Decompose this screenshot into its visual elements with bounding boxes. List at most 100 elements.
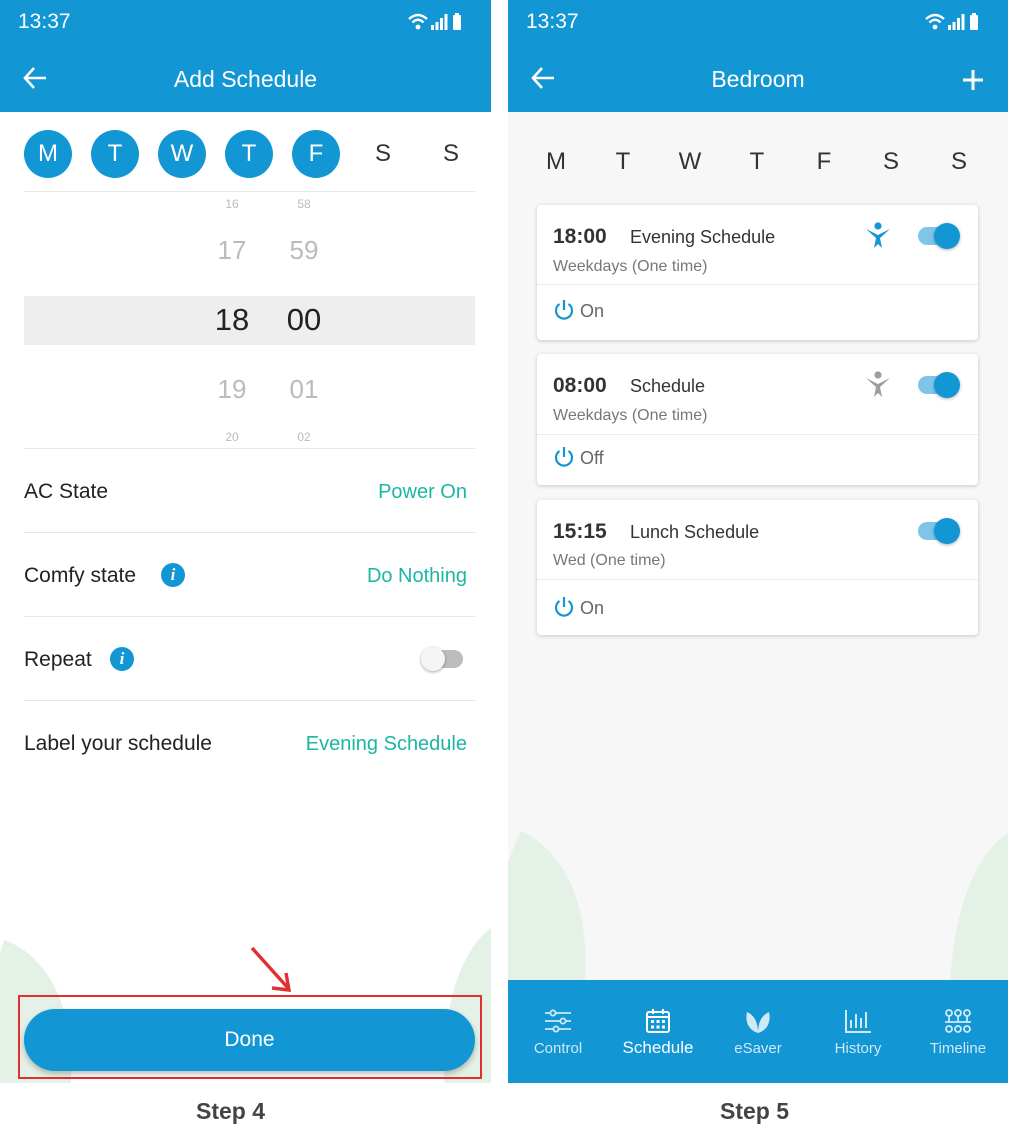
schedule-recurrence: Weekdays (One time) <box>553 258 708 275</box>
toggle-knob <box>421 647 445 671</box>
step4-screen: 13:37 Add Schedule M T W T F S S 16 17 1… <box>0 0 491 1083</box>
day-monday[interactable]: M <box>24 130 72 178</box>
power-icon <box>554 300 574 320</box>
day-label: T <box>749 148 765 175</box>
nav-label: Schedule <box>622 1038 694 1057</box>
day-label: S <box>950 148 967 175</box>
comfy-state-label: Comfy state <box>24 564 137 587</box>
day-label: F <box>816 148 832 175</box>
repeat-toggle[interactable] <box>421 647 463 671</box>
bottom-nav: Control Schedule eSaver History Timeline <box>508 980 1008 1083</box>
ac-state: Off <box>580 448 604 468</box>
day-tuesday[interactable]: T <box>91 130 139 178</box>
toggle-knob <box>934 518 960 544</box>
nav-label: Control <box>533 1040 583 1057</box>
status-time: 13:37 <box>526 10 579 33</box>
ac-state-label: AC State <box>24 480 109 503</box>
divider <box>24 532 475 533</box>
info-icon[interactable]: i <box>110 647 134 671</box>
step5-screen: 13:37 Bedroom M T W T F S S 18:00 Evenin… <box>508 0 1008 1083</box>
schedule-toggle[interactable] <box>918 518 960 544</box>
minute-option[interactable]: 59 <box>274 235 334 266</box>
minute-option[interactable]: 01 <box>274 374 334 405</box>
hour-option[interactable]: 20 <box>202 430 262 444</box>
bar-chart-icon <box>845 1010 871 1033</box>
status-icons <box>407 12 463 32</box>
minute-option[interactable]: 58 <box>274 197 334 211</box>
toggle-knob <box>934 223 960 249</box>
page-title: Bedroom <box>711 66 805 92</box>
day-selector: M T W T F S S <box>24 130 475 178</box>
day-thursday[interactable]: T <box>225 130 273 178</box>
schedule-name: Lunch Schedule <box>630 522 760 542</box>
nav-label: History <box>834 1040 882 1057</box>
nav-timeline[interactable]: Timeline <box>908 980 1008 1083</box>
schedule-time: 18:00 <box>553 225 607 248</box>
done-button[interactable]: Done <box>24 1009 475 1071</box>
ac-state-value[interactable]: Power On <box>378 481 467 504</box>
calendar-icon <box>646 1009 670 1033</box>
hour-option[interactable]: 19 <box>202 374 262 405</box>
power-icon <box>554 597 574 617</box>
schedule-time: 08:00 <box>553 374 607 397</box>
schedule-card[interactable]: 18:00 Evening Schedule Weekdays (One tim… <box>537 205 978 340</box>
schedule-label-value[interactable]: Evening Schedule <box>306 733 467 756</box>
step5-caption: Step 5 <box>719 1098 790 1124</box>
day-wednesday[interactable]: W <box>158 130 206 178</box>
repeat-label: Repeat <box>24 648 92 671</box>
hour-option[interactable]: 16 <box>202 197 262 211</box>
red-arrow-icon <box>250 946 292 992</box>
info-icon[interactable]: i <box>161 563 185 587</box>
ac-state: On <box>580 598 605 618</box>
app-bar: 13:37 Add Schedule <box>0 0 491 112</box>
schedule-recurrence: Wed (One time) <box>553 552 666 569</box>
leaf-icon <box>746 1012 770 1033</box>
schedule-label-label: Label your schedule <box>24 732 212 755</box>
nav-esaver[interactable]: eSaver <box>708 980 808 1083</box>
schedule-name: Schedule <box>630 376 706 396</box>
app-bar: 13:37 Bedroom <box>508 0 1008 112</box>
nav-history[interactable]: History <box>808 980 908 1083</box>
add-icon[interactable] <box>962 69 984 91</box>
schedule-card[interactable]: 08:00 Schedule Weekdays (One time) Off <box>537 354 978 485</box>
hour-selected[interactable]: 18 <box>202 302 262 338</box>
hour-option[interactable]: 17 <box>202 235 262 266</box>
page-title: Add Schedule <box>173 66 318 92</box>
divider <box>537 284 978 285</box>
day-header: M T W T F S S <box>530 140 1000 184</box>
day-label: T <box>615 148 631 175</box>
divider <box>537 579 978 580</box>
schedule-toggle[interactable] <box>918 372 960 398</box>
power-icon <box>554 447 574 467</box>
wifi-signal-battery-icon <box>408 13 461 30</box>
schedule-recurrence: Weekdays (One time) <box>553 407 708 424</box>
divider <box>24 616 475 617</box>
comfy-active-icon <box>866 222 890 248</box>
nav-label: Timeline <box>929 1040 987 1057</box>
minute-option[interactable]: 02 <box>274 430 334 444</box>
day-label: M <box>546 148 566 175</box>
schedule-card[interactable]: 15:15 Lunch Schedule Wed (One time) On <box>537 500 978 635</box>
comfy-state-value[interactable]: Do Nothing <box>367 565 467 588</box>
timeline-icon <box>945 1009 971 1033</box>
nav-label: eSaver <box>734 1040 782 1057</box>
schedule-toggle[interactable] <box>918 223 960 249</box>
comfy-inactive-icon <box>866 371 890 397</box>
divider <box>24 191 475 192</box>
step4-caption: Step 4 <box>195 1098 266 1124</box>
day-sunday[interactable]: S <box>427 130 475 178</box>
day-label: W <box>678 148 702 175</box>
sliders-icon <box>545 1009 571 1033</box>
status-time: 13:37 <box>18 10 71 33</box>
day-saturday[interactable]: S <box>359 130 407 178</box>
minute-selected[interactable]: 00 <box>274 302 334 338</box>
ac-state: On <box>580 301 605 321</box>
schedule-name: Evening Schedule <box>630 227 776 247</box>
day-friday[interactable]: F <box>292 130 340 178</box>
status-icons <box>924 12 980 32</box>
nav-control[interactable]: Control <box>508 980 608 1083</box>
day-label: S <box>882 148 899 175</box>
nav-schedule[interactable]: Schedule <box>608 980 708 1083</box>
divider <box>537 434 978 435</box>
toggle-knob <box>934 372 960 398</box>
